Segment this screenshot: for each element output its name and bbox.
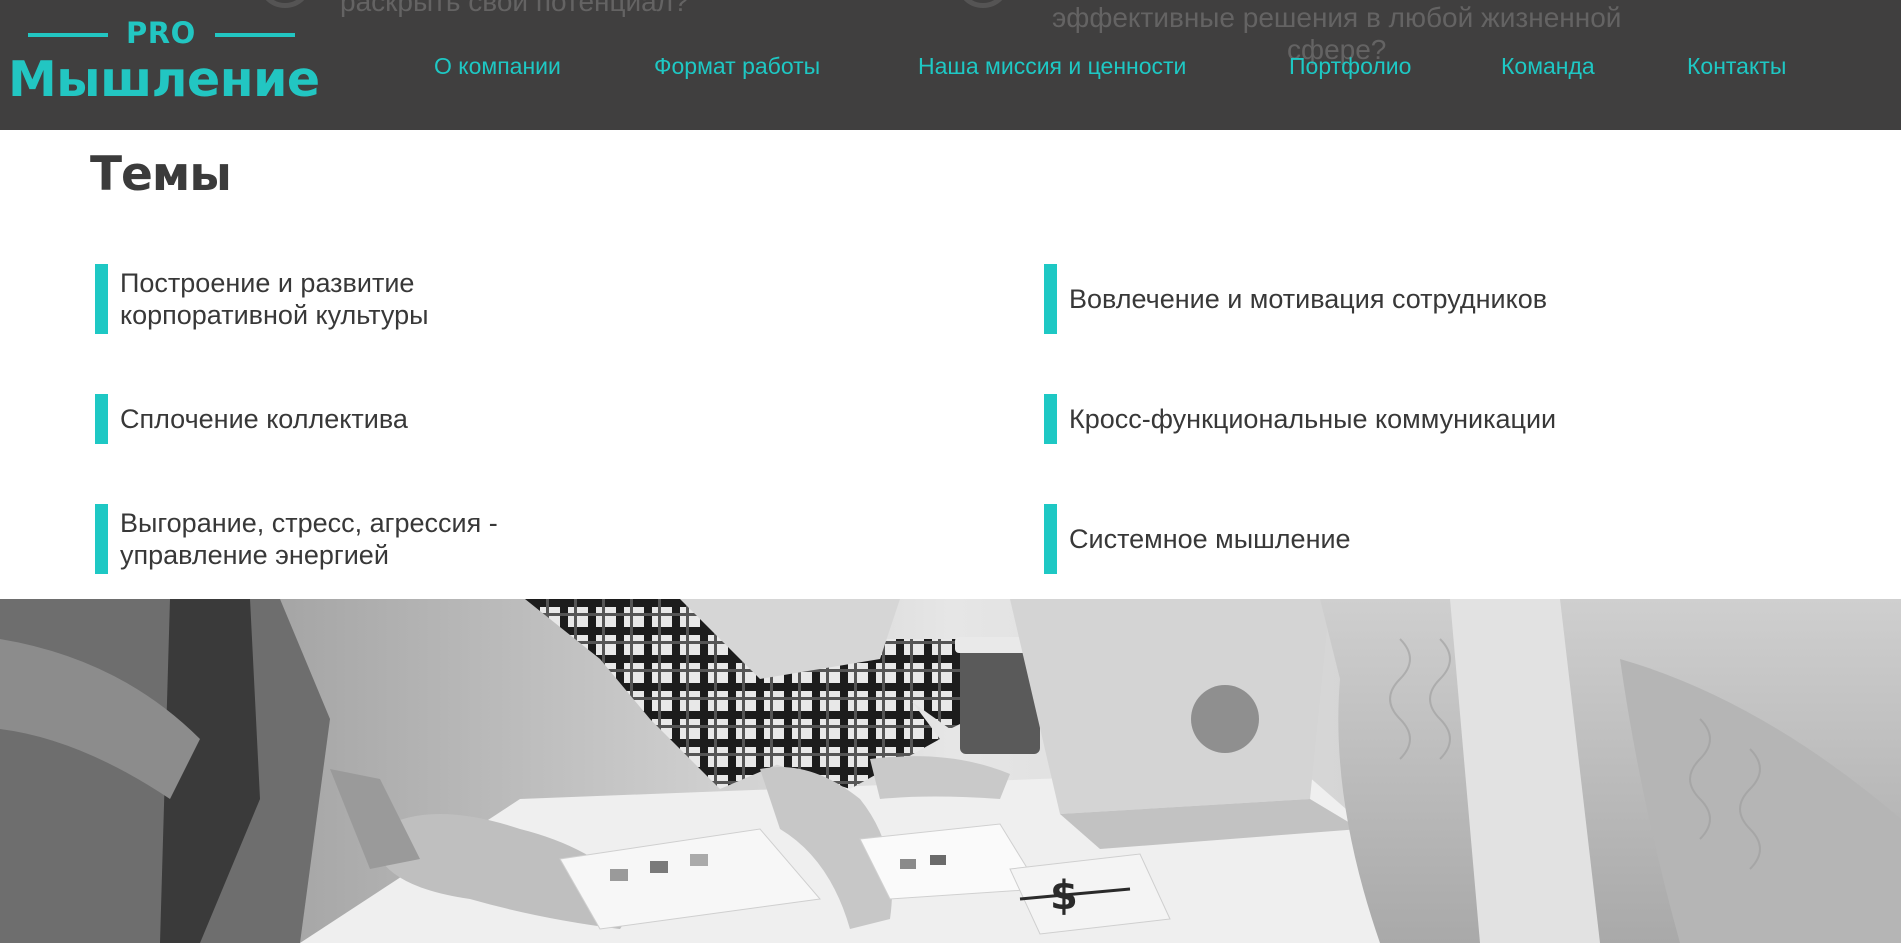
- logo-line-right: [215, 33, 295, 37]
- photo-illustration: $: [0, 599, 1901, 943]
- nav-item-team[interactable]: Команда: [1501, 50, 1595, 82]
- theme-accent-bar: [1044, 394, 1057, 444]
- themes-heading: Темы: [90, 147, 232, 202]
- nav-item-contacts[interactable]: Контакты: [1687, 50, 1786, 82]
- faded-underlying-text: раскрыть свой потенциал?: [340, 0, 689, 17]
- theme-item: Выгорание, стресс, агрессия - управление…: [95, 504, 498, 574]
- site-logo[interactable]: PRO Мышление: [8, 14, 320, 114]
- nav-item-work-format[interactable]: Формат работы: [654, 50, 820, 82]
- theme-accent-bar: [1044, 504, 1057, 574]
- theme-accent-bar: [1044, 264, 1057, 334]
- theme-label: Сплочение коллектива: [120, 404, 408, 434]
- nav-item-portfolio[interactable]: Портфолио: [1289, 50, 1411, 82]
- theme-label: Построение и развитие корпоративной куль…: [120, 268, 429, 330]
- theme-label: Кросс-функциональные коммуникации: [1069, 404, 1557, 434]
- theme-item: Вовлечение и мотивация сотрудников: [1044, 264, 1547, 334]
- theme-accent-bar: [95, 504, 108, 574]
- theme-item: Построение и развитие корпоративной куль…: [95, 264, 429, 334]
- faded-text-line: эффективные решения в любой жизненной: [1052, 2, 1622, 33]
- logo-name-text: Мышление: [8, 51, 320, 108]
- theme-accent-bar: [95, 264, 108, 334]
- themes-section: Темы Построение и развитие корпоративной…: [0, 130, 1901, 599]
- theme-accent-bar: [95, 394, 108, 444]
- faded-circle-icon: [258, 0, 312, 8]
- nav-item-about[interactable]: О компании: [434, 50, 561, 82]
- faded-circle-icon: [956, 0, 1010, 8]
- theme-label: Системное мышление: [1069, 524, 1351, 554]
- theme-item: Сплочение коллектива: [95, 394, 408, 444]
- team-meeting-photo: $: [0, 599, 1901, 943]
- theme-label: Вовлечение и мотивация сотрудников: [1069, 284, 1548, 314]
- logo-pro-text: PRO: [126, 16, 196, 50]
- nav-item-mission[interactable]: Наша миссия и ценности: [918, 50, 1186, 82]
- logo-line-left: [28, 33, 108, 37]
- theme-label: Выгорание, стресс, агрессия - управление…: [120, 508, 498, 570]
- site-header: раскрыть свой потенциал? эффективные реш…: [0, 0, 1901, 130]
- theme-item: Системное мышление: [1044, 504, 1351, 574]
- theme-item: Кросс-функциональные коммуникации: [1044, 394, 1556, 444]
